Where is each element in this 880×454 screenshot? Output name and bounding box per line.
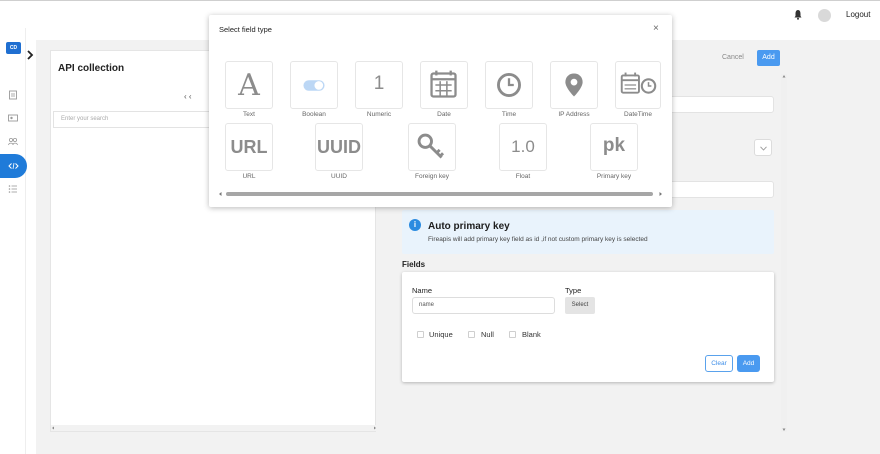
fields-heading: Fields [402,260,426,269]
tile-url[interactable]: URL [225,123,273,171]
select-field-type-modal: Select field type × A Text Boolean 1 Num… [209,15,672,207]
tile-label-float: Float [515,173,531,180]
add-button[interactable]: Add [757,50,780,66]
float-icon: 1.0 [511,137,535,156]
chevron-down-icon [760,146,767,151]
users-icon[interactable] [8,136,18,146]
rail-item-active[interactable] [0,154,27,178]
avatar[interactable] [818,9,831,22]
panel-title: API collection [58,63,125,74]
tile-numeric[interactable]: 1 [355,61,403,109]
clipboard-icon[interactable] [8,90,18,100]
tile-label-url: URL [242,173,256,180]
field-name-input[interactable]: name [412,297,555,314]
tile-label-primary-key: Primary key [596,173,632,180]
tile-label-ip-address: IP Address [558,111,590,118]
pager-prev-icon[interactable]: ‹ ‹ [184,92,192,101]
info-icon: i [409,219,421,231]
horizontal-scrollbar[interactable] [51,425,377,431]
tile-foreign-key[interactable] [408,123,456,171]
code-icon [8,162,19,170]
fields-card: Name Type name Select Unique Null Blank … [402,272,774,382]
name-label: Name [412,286,433,295]
pk-icon: pk [602,135,626,156]
tile-label-datetime: DateTime [624,111,652,118]
tile-primary-key[interactable]: pk [590,123,638,171]
logout-link[interactable]: Logout [846,10,870,19]
calendar-icon [430,70,457,98]
text-icon: A [238,68,260,103]
tile-date[interactable] [420,61,468,109]
url-icon: URL [230,137,268,157]
tile-label-boolean: Boolean [302,111,326,118]
list-icon[interactable] [8,184,18,194]
tile-float[interactable]: 1.0 [499,123,547,171]
calendar-clock-icon [620,72,657,94]
bell-icon[interactable] [793,9,803,20]
tile-label-foreign-key: Foreign key [415,173,449,180]
tile-text[interactable]: A [225,61,273,109]
tile-ip-address[interactable] [550,61,598,109]
tile-uuid[interactable]: UUID [315,123,363,171]
add-field-button[interactable]: Add [737,355,760,372]
blank-checkbox[interactable] [509,331,516,338]
uuid-icon: UUID [317,137,361,157]
left-rail: CD [0,28,27,454]
app-logo[interactable]: CD [6,42,21,54]
unique-checkbox[interactable] [417,331,424,338]
tile-time[interactable] [485,61,533,109]
null-checkbox[interactable] [468,331,475,338]
clear-button[interactable]: Clear [705,355,733,372]
id-card-icon[interactable] [8,113,18,123]
map-pin-icon [565,73,583,97]
form-field-3[interactable] [670,181,774,198]
null-label: Null [481,330,494,339]
tile-datetime[interactable] [615,61,661,109]
cancel-button[interactable]: Cancel [722,54,744,61]
type-label: Type [565,286,582,295]
info-description: Fireapis will add primary key field as i… [428,236,648,243]
tile-label-date: Date [437,111,451,118]
unique-label: Unique [429,330,453,339]
info-title: Auto primary key [428,221,510,232]
dropdown-toggle[interactable] [754,139,772,156]
tile-boolean[interactable] [290,61,338,109]
form-field-1[interactable] [670,96,774,113]
vertical-scrollbar[interactable] [781,74,787,432]
sidebar-toggle-chevron-icon[interactable] [24,49,36,61]
tile-label-text: Text [243,111,255,118]
numeric-icon: 1 [373,73,385,94]
blank-label: Blank [522,330,541,339]
modal-title: Select field type [219,25,272,34]
key-icon [417,133,445,159]
modal-horizontal-scrollbar[interactable] [218,190,663,198]
clock-icon [497,73,521,97]
tile-label-uuid: UUID [331,173,347,180]
toggle-icon [303,80,325,91]
auto-primary-key-info: i Auto primary key Fireapis will add pri… [402,210,774,254]
close-icon[interactable]: × [653,23,659,34]
type-select-button[interactable]: Select [565,297,595,314]
tile-label-time: Time [501,111,517,118]
tile-label-numeric: Numeric [366,111,392,118]
